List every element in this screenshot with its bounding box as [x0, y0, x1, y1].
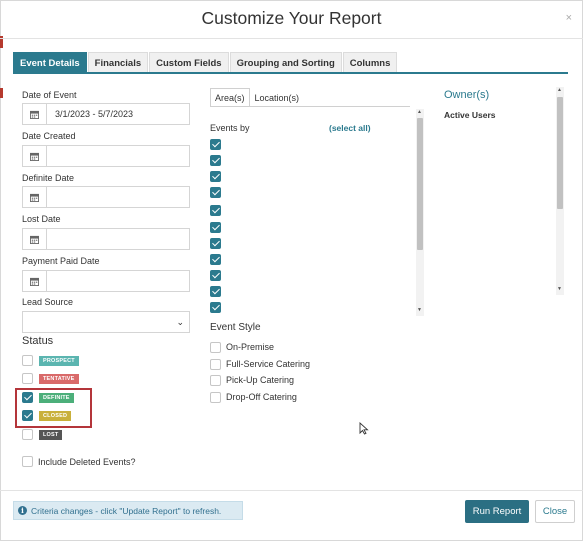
status-label: Status [22, 335, 54, 347]
event-checkbox[interactable] [210, 171, 221, 182]
event-checkbox[interactable] [210, 286, 221, 297]
dialog-title: Customize Your Report [201, 8, 382, 28]
event-checkbox[interactable] [210, 187, 221, 198]
event-style-checkbox-full-service[interactable] [210, 359, 221, 370]
area-tabs-divider [210, 106, 410, 107]
tab-financials[interactable]: Financials [87, 52, 149, 73]
include-deleted-checkbox[interactable] [22, 456, 33, 467]
owners-title: Owner(s) [444, 89, 490, 101]
close-button[interactable]: Close [535, 500, 575, 523]
event-style-full-service-catering: Full-Service Catering [226, 359, 311, 369]
criteria-info-bar: i Criteria changes - click "Update Repor… [13, 501, 243, 520]
tab-areas[interactable]: Area(s) [210, 88, 250, 107]
scroll-down-icon[interactable]: ▼ [557, 286, 562, 292]
payment-paid-date-field[interactable] [22, 270, 190, 292]
owners-scroll-thumb[interactable] [557, 97, 563, 209]
calendar-icon[interactable] [23, 187, 47, 207]
tab-event-details[interactable]: Event Details [13, 52, 87, 73]
select-all-link[interactable]: (select all) [329, 123, 371, 133]
event-checkbox[interactable] [210, 270, 221, 281]
scroll-up-icon[interactable]: ▲ [417, 109, 422, 115]
definite-date-field[interactable] [22, 186, 190, 208]
date-created-label: Date Created [22, 131, 76, 141]
date-of-event-value: 3/1/2023 - 5/7/2023 [55, 109, 134, 119]
calendar-icon[interactable] [23, 271, 47, 291]
payment-paid-date-label: Payment Paid Date [22, 256, 100, 266]
status-checkbox-prospect[interactable] [22, 355, 33, 366]
events-scroll-thumb[interactable] [417, 118, 423, 250]
tab-custom-fields[interactable]: Custom Fields [149, 52, 229, 73]
footer-divider [0, 490, 583, 491]
include-deleted-label: Include Deleted Events? [38, 457, 136, 467]
status-badge-tentative: TENTATIVE [39, 374, 79, 384]
event-checkbox[interactable] [210, 302, 221, 313]
calendar-icon[interactable] [23, 104, 47, 124]
event-style-pick-up-catering: Pick-Up Catering [226, 375, 295, 385]
event-style-label: Event Style [210, 322, 261, 333]
event-checkbox[interactable] [210, 222, 221, 233]
scroll-up-icon[interactable]: ▲ [557, 87, 562, 93]
tab-columns[interactable]: Columns [342, 52, 398, 73]
lost-date-label: Lost Date [22, 214, 61, 224]
event-checkbox[interactable] [210, 139, 221, 150]
event-style-on-premise: On-Premise [226, 342, 275, 352]
event-checkbox[interactable] [210, 155, 221, 166]
selection-highlight-box [15, 388, 92, 428]
event-style-drop-off-catering: Drop-Off Catering [226, 392, 297, 402]
cursor-icon [359, 422, 369, 435]
calendar-icon[interactable] [23, 229, 47, 249]
events-list [210, 136, 424, 316]
status-checkbox-lost[interactable] [22, 429, 33, 440]
definite-date-label: Definite Date [22, 173, 75, 183]
event-checkbox[interactable] [210, 254, 221, 265]
status-badge-prospect: PROSPECT [39, 356, 79, 366]
info-icon: i [18, 506, 27, 515]
background-edge-mark [0, 88, 3, 98]
criteria-info-text: Criteria changes - click "Update Report"… [31, 505, 222, 516]
scroll-down-icon[interactable]: ▼ [417, 307, 422, 313]
events-by-label: Events by [210, 123, 250, 133]
chevron-down-icon: ⌄ [176, 317, 184, 327]
event-style-checkbox-drop-off[interactable] [210, 392, 221, 403]
status-badge-lost: LOST [39, 430, 63, 440]
event-checkbox[interactable] [210, 238, 221, 249]
run-report-button[interactable]: Run Report [465, 500, 529, 523]
date-of-event-field[interactable]: 3/1/2023 - 5/7/2023 [22, 103, 190, 125]
lead-source-label: Lead Source [22, 297, 74, 307]
report-tabs: Event Details Financials Custom Fields G… [13, 52, 398, 73]
tab-grouping-and-sorting[interactable]: Grouping and Sorting [229, 52, 342, 73]
area-location-tabs: Area(s) Location(s) [210, 88, 304, 107]
event-style-checkbox-on-premise[interactable] [210, 342, 221, 353]
calendar-icon[interactable] [23, 146, 47, 166]
event-checkbox[interactable] [210, 205, 221, 216]
header-divider [0, 38, 583, 39]
lead-source-select[interactable]: ⌄ [22, 311, 190, 333]
tabs-underline [13, 72, 568, 74]
events-scrollbar[interactable]: ▲ ▼ [416, 109, 424, 316]
lost-date-field[interactable] [22, 228, 190, 250]
owners-scrollbar[interactable]: ▲ ▼ [556, 87, 564, 295]
close-icon[interactable]: × [566, 12, 572, 24]
tab-locations[interactable]: Location(s) [250, 88, 305, 107]
status-checkbox-tentative[interactable] [22, 373, 33, 384]
active-users-label: Active Users [444, 110, 496, 120]
date-of-event-label: Date of Event [22, 90, 77, 100]
date-created-field[interactable] [22, 145, 190, 167]
event-style-checkbox-pick-up[interactable] [210, 375, 221, 386]
